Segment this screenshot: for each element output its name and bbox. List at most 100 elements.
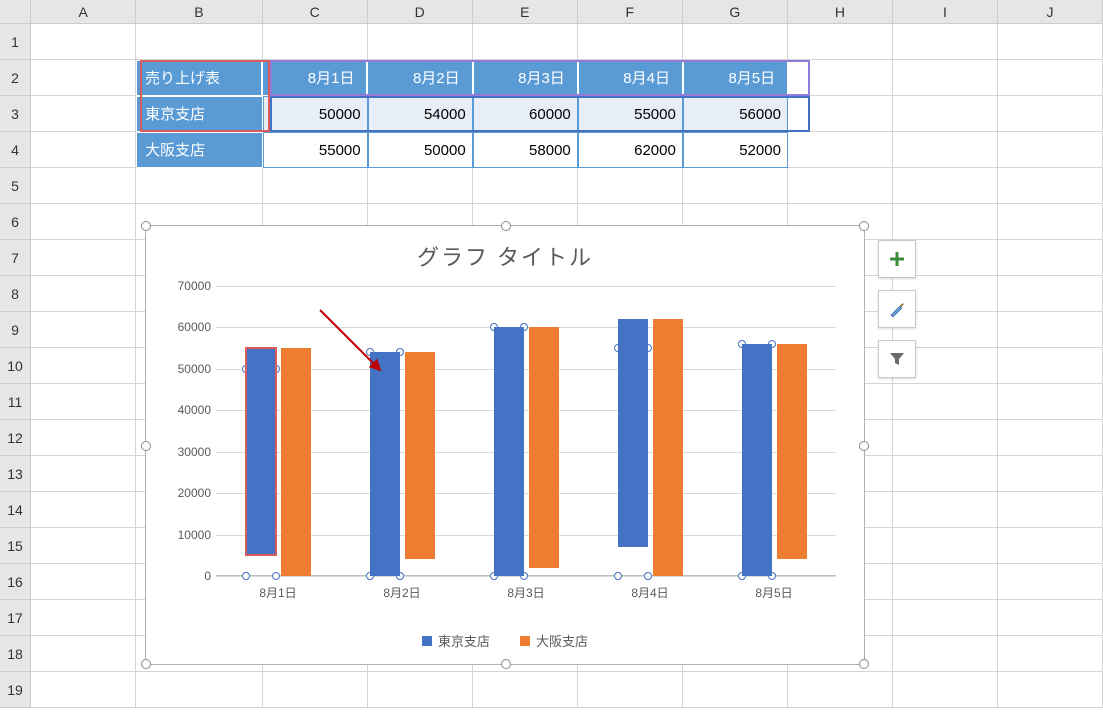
chart-handle-mr[interactable] — [859, 441, 869, 451]
cell-A14[interactable] — [31, 492, 136, 528]
col-header-H[interactable]: H — [788, 0, 893, 24]
cell-B1[interactable] — [136, 24, 262, 60]
bar-大阪支店-8月4日[interactable] — [653, 319, 683, 576]
row-header-16[interactable]: 16 — [0, 564, 31, 600]
cell-I11[interactable] — [893, 384, 998, 420]
chart-handle-tc[interactable] — [501, 221, 511, 231]
cell-I19[interactable] — [893, 672, 998, 708]
cell-A9[interactable] — [31, 312, 136, 348]
cell-G4[interactable]: 52000 — [683, 132, 788, 168]
row-header-2[interactable]: 2 — [0, 60, 31, 96]
cell-J14[interactable] — [998, 492, 1103, 528]
row-header-1[interactable]: 1 — [0, 24, 31, 60]
cell-H19[interactable] — [788, 672, 893, 708]
cell-J2[interactable] — [998, 60, 1103, 96]
cell-A10[interactable] — [31, 348, 136, 384]
row-header-6[interactable]: 6 — [0, 204, 31, 240]
row-header-9[interactable]: 9 — [0, 312, 31, 348]
cell-A2[interactable] — [31, 60, 136, 96]
chart-handle-tl[interactable] — [141, 221, 151, 231]
cell-E2[interactable]: 8月3日 — [473, 60, 578, 96]
cell-I14[interactable] — [893, 492, 998, 528]
cell-J19[interactable] — [998, 672, 1103, 708]
cell-I15[interactable] — [893, 528, 998, 564]
select-all-corner[interactable] — [0, 0, 31, 24]
cell-A8[interactable] — [31, 276, 136, 312]
bar-大阪支店-8月3日[interactable] — [529, 327, 559, 567]
cell-A19[interactable] — [31, 672, 136, 708]
cell-A12[interactable] — [31, 420, 136, 456]
cell-B3[interactable]: 東京支店 — [136, 96, 262, 132]
row-header-13[interactable]: 13 — [0, 456, 31, 492]
cell-E4[interactable]: 58000 — [473, 132, 578, 168]
cell-G5[interactable] — [683, 168, 788, 204]
row-header-17[interactable]: 17 — [0, 600, 31, 636]
cell-I2[interactable] — [893, 60, 998, 96]
cell-A18[interactable] — [31, 636, 136, 672]
cell-C5[interactable] — [263, 168, 368, 204]
cell-E3[interactable]: 60000 — [473, 96, 578, 132]
cell-J1[interactable] — [998, 24, 1103, 60]
cell-E1[interactable] — [473, 24, 578, 60]
cell-J4[interactable] — [998, 132, 1103, 168]
cell-J9[interactable] — [998, 312, 1103, 348]
legend-item-2[interactable]: 大阪支店 — [520, 631, 588, 650]
cell-C3[interactable]: 50000 — [263, 96, 368, 132]
chart-handle-tr[interactable] — [859, 221, 869, 231]
cell-G2[interactable]: 8月5日 — [683, 60, 788, 96]
chart-styles-button[interactable] — [878, 290, 916, 328]
cell-I17[interactable] — [893, 600, 998, 636]
row-header-8[interactable]: 8 — [0, 276, 31, 312]
cell-A7[interactable] — [31, 240, 136, 276]
cell-B5[interactable] — [136, 168, 262, 204]
cell-B19[interactable] — [136, 672, 262, 708]
cell-D5[interactable] — [368, 168, 473, 204]
cell-J15[interactable] — [998, 528, 1103, 564]
row-header-19[interactable]: 19 — [0, 672, 31, 708]
bar-東京支店-8月4日[interactable] — [618, 319, 648, 547]
cell-C2[interactable]: 8月1日 — [262, 60, 367, 96]
bar-大阪支店-8月2日[interactable] — [405, 352, 435, 559]
cell-I16[interactable] — [893, 564, 998, 600]
cell-A15[interactable] — [31, 528, 136, 564]
cell-A4[interactable] — [31, 132, 136, 168]
cell-I5[interactable] — [893, 168, 998, 204]
col-header-D[interactable]: D — [368, 0, 473, 24]
row-header-10[interactable]: 10 — [0, 348, 31, 384]
cell-J18[interactable] — [998, 636, 1103, 672]
chart-handle-bc[interactable] — [501, 659, 511, 669]
cell-H5[interactable] — [788, 168, 893, 204]
cell-J16[interactable] — [998, 564, 1103, 600]
col-header-E[interactable]: E — [473, 0, 578, 24]
chart-title[interactable]: グラフ タイトル — [146, 226, 864, 272]
cell-H2[interactable] — [788, 60, 893, 96]
col-header-A[interactable]: A — [31, 0, 136, 24]
cell-D3[interactable]: 54000 — [368, 96, 473, 132]
cell-I6[interactable] — [893, 204, 998, 240]
col-header-B[interactable]: B — [136, 0, 262, 24]
bar-東京支店-8月5日[interactable] — [742, 344, 772, 576]
row-header-7[interactable]: 7 — [0, 240, 31, 276]
cell-F19[interactable] — [578, 672, 683, 708]
col-header-J[interactable]: J — [998, 0, 1103, 24]
bar-大阪支店-8月1日[interactable] — [281, 348, 311, 576]
cell-F3[interactable]: 55000 — [578, 96, 683, 132]
chart-legend[interactable]: 東京支店 大阪支店 — [146, 631, 864, 650]
bar-東京支店-8月2日[interactable] — [370, 352, 400, 576]
cell-J12[interactable] — [998, 420, 1103, 456]
cell-J5[interactable] — [998, 168, 1103, 204]
cell-A1[interactable] — [31, 24, 136, 60]
cell-E5[interactable] — [473, 168, 578, 204]
cell-I12[interactable] — [893, 420, 998, 456]
cell-F2[interactable]: 8月4日 — [578, 60, 683, 96]
bar-東京支店-8月3日[interactable] — [494, 327, 524, 576]
cell-J10[interactable] — [998, 348, 1103, 384]
row-header-14[interactable]: 14 — [0, 492, 31, 528]
cell-A3[interactable] — [31, 96, 136, 132]
cell-D1[interactable] — [368, 24, 473, 60]
cell-A11[interactable] — [31, 384, 136, 420]
cell-F5[interactable] — [578, 168, 683, 204]
col-header-C[interactable]: C — [263, 0, 368, 24]
cell-J3[interactable] — [998, 96, 1103, 132]
cell-E19[interactable] — [473, 672, 578, 708]
